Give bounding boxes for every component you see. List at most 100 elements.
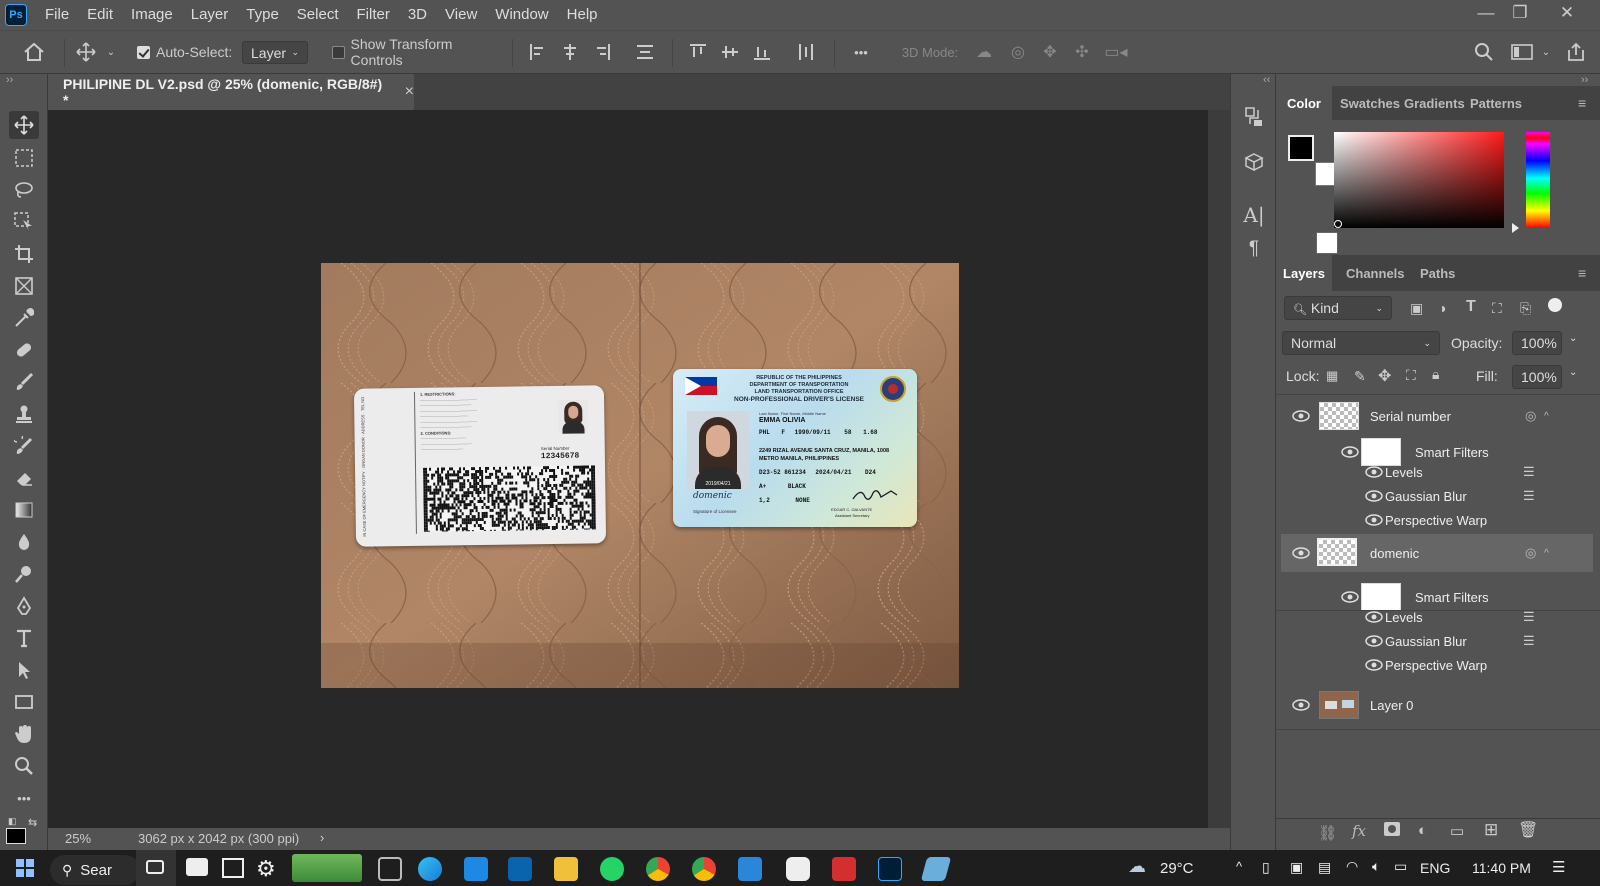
layer-filter-dropdown[interactable]: 🔍︎ Kind ⌄ bbox=[1284, 296, 1392, 320]
tab-patterns[interactable]: Patterns bbox=[1470, 86, 1522, 120]
lock-all-icon[interactable]: 🔒︎ bbox=[1432, 366, 1448, 382]
fill-chevron-icon[interactable]: ⌄ bbox=[1569, 367, 1577, 378]
battery-icon[interactable]: ▭ bbox=[1394, 858, 1407, 875]
settings-gear-icon[interactable]: ⚙ bbox=[256, 856, 276, 882]
3d-roll-icon[interactable]: ◎ bbox=[1006, 40, 1030, 64]
filter-options-icon[interactable]: ☰ bbox=[1523, 609, 1535, 625]
color-picker-handle[interactable] bbox=[1334, 220, 1342, 228]
layer-name[interactable]: Serial number bbox=[1370, 409, 1451, 424]
3d-panel-icon[interactable] bbox=[1239, 150, 1269, 176]
stamp-tool-icon[interactable] bbox=[9, 400, 39, 428]
eraser-tool-icon[interactable] bbox=[9, 464, 39, 492]
filter-toggle[interactable] bbox=[1548, 298, 1562, 312]
auto-select-checkbox[interactable] bbox=[137, 45, 150, 59]
3d-camera-icon[interactable]: ▭◂ bbox=[1102, 40, 1130, 64]
distribute-icon[interactable] bbox=[634, 40, 656, 64]
weather-icon[interactable]: ☁ bbox=[1128, 856, 1146, 877]
align-top-icon[interactable] bbox=[688, 40, 708, 64]
filter-row-perspective-warp[interactable]: Perspective Warp bbox=[1281, 653, 1593, 677]
pen-tool-icon[interactable] bbox=[9, 592, 39, 620]
foreground-color-swatch[interactable] bbox=[1288, 135, 1314, 161]
dodge-tool-icon[interactable] bbox=[9, 560, 39, 588]
link-layers-icon[interactable]: ⛓ bbox=[1318, 824, 1337, 842]
character-panel-icon[interactable]: A| bbox=[1239, 202, 1269, 228]
chrome-icon[interactable] bbox=[646, 857, 670, 881]
align-left-icon[interactable] bbox=[528, 40, 548, 64]
edit-toolbar-icon[interactable]: ••• bbox=[9, 784, 39, 812]
layer-row-layer-0[interactable]: Layer 0 bbox=[1281, 687, 1593, 723]
opacity-input[interactable]: 100% bbox=[1512, 331, 1562, 355]
tab-channels[interactable]: Channels bbox=[1346, 255, 1405, 291]
color-panel-menu-icon[interactable]: ≡ bbox=[1578, 86, 1586, 120]
notes-app-icon[interactable] bbox=[920, 857, 952, 881]
visibility-eye-icon[interactable] bbox=[1341, 446, 1359, 458]
frame-tool-icon[interactable] bbox=[9, 272, 39, 300]
3d-orbit-icon[interactable]: ☁ bbox=[972, 40, 996, 64]
rectangle-tool-icon[interactable] bbox=[9, 688, 39, 716]
tray-device-icon[interactable]: ▤ bbox=[1318, 859, 1331, 876]
visibility-eye-icon[interactable] bbox=[1365, 611, 1383, 623]
menu-type[interactable]: Type bbox=[237, 0, 288, 30]
lock-position-icon[interactable]: ✥ bbox=[1378, 366, 1394, 385]
marquee-tool-icon[interactable] bbox=[9, 144, 39, 172]
gradient-tool-icon[interactable] bbox=[9, 496, 39, 524]
expand-toolbar-icon[interactable]: ›› bbox=[6, 74, 13, 86]
menu-file[interactable]: File bbox=[36, 0, 78, 30]
outlook-icon[interactable] bbox=[508, 857, 532, 881]
layer-name[interactable]: domenic bbox=[1370, 546, 1419, 561]
filter-row-gaussian-blur[interactable]: Gaussian Blur ☰ bbox=[1281, 484, 1593, 508]
photoshop-logo[interactable]: Ps bbox=[5, 4, 27, 26]
taskbar-search[interactable]: ⚲ Sear bbox=[50, 855, 140, 885]
workspace-chevron-icon[interactable]: ⌄ bbox=[1540, 40, 1552, 64]
paragraph-panel-icon[interactable]: ¶ bbox=[1239, 236, 1269, 262]
hue-slider-handle[interactable] bbox=[1512, 223, 1519, 233]
menu-layer[interactable]: Layer bbox=[182, 0, 238, 30]
search-highlight-icon[interactable] bbox=[136, 850, 176, 886]
store-icon[interactable] bbox=[464, 857, 488, 881]
status-menu-arrow[interactable]: › bbox=[320, 830, 324, 845]
lock-transparent-icon[interactable]: ▦ bbox=[1326, 368, 1342, 384]
tab-paths[interactable]: Paths bbox=[1420, 255, 1455, 291]
task-view-icon[interactable] bbox=[378, 857, 402, 881]
filter-adjustment-icon[interactable]: ◑ bbox=[1438, 300, 1454, 316]
tab-swatches[interactable]: Swatches bbox=[1340, 86, 1400, 120]
workspace-icon[interactable] bbox=[1510, 40, 1534, 64]
file-explorer-icon[interactable] bbox=[554, 857, 578, 881]
expand-chevron-icon[interactable]: ^ bbox=[1544, 411, 1549, 422]
volume-icon[interactable]: 🔈︎ bbox=[1372, 858, 1380, 875]
color-swatches[interactable]: ◧ ⇆ bbox=[6, 816, 42, 846]
clock-time[interactable]: 11:40 PM bbox=[1472, 860, 1531, 876]
layer-style-icon[interactable]: fx bbox=[1352, 822, 1366, 840]
distribute-vertical-icon[interactable] bbox=[796, 40, 816, 64]
foreground-color-swatch[interactable] bbox=[6, 828, 26, 844]
hue-slider[interactable] bbox=[1526, 132, 1550, 228]
layer-name[interactable]: Layer 0 bbox=[1370, 698, 1413, 713]
weather-temp[interactable]: 29°C bbox=[1160, 860, 1194, 877]
zoom-tool-icon[interactable] bbox=[9, 752, 39, 780]
windows-start-icon[interactable] bbox=[16, 859, 34, 877]
vertical-scrollbar[interactable] bbox=[1208, 110, 1230, 828]
add-mask-icon[interactable] bbox=[1384, 822, 1400, 836]
filter-type-icon[interactable]: T bbox=[1466, 298, 1482, 315]
align-middle-icon[interactable] bbox=[720, 40, 740, 64]
menu-filter[interactable]: Filter bbox=[348, 0, 399, 30]
align-center-icon[interactable] bbox=[560, 40, 580, 64]
path-selection-tool-icon[interactable] bbox=[9, 656, 39, 684]
opacity-chevron-icon[interactable]: ⌄ bbox=[1569, 333, 1577, 344]
history-brush-tool-icon[interactable] bbox=[9, 432, 39, 460]
brush-tool-icon[interactable] bbox=[9, 368, 39, 396]
close-window-button[interactable]: ✕ bbox=[1544, 0, 1590, 26]
layer-row-serial-number[interactable]: Serial number ◎ ^ bbox=[1281, 398, 1593, 434]
zoom-level[interactable]: 25% bbox=[65, 831, 91, 846]
blend-mode-dropdown[interactable]: Normal ⌄ bbox=[1282, 331, 1440, 355]
widget-image-icon[interactable] bbox=[292, 854, 362, 882]
video-app-icon[interactable] bbox=[186, 858, 208, 876]
blur-tool-icon[interactable] bbox=[9, 528, 39, 556]
filter-smartobject-icon[interactable]: ⎘ bbox=[1520, 300, 1536, 316]
tab-gradients[interactable]: Gradients bbox=[1404, 86, 1465, 120]
wifi-icon[interactable]: ◠ bbox=[1346, 858, 1358, 875]
tool-preset-chevron-icon[interactable]: ⌄ bbox=[104, 40, 118, 64]
language-indicator[interactable]: ENG bbox=[1420, 860, 1450, 876]
photoshop-taskbar-icon[interactable] bbox=[878, 857, 902, 881]
delete-layer-icon[interactable]: 🗑︎ bbox=[1518, 820, 1538, 840]
